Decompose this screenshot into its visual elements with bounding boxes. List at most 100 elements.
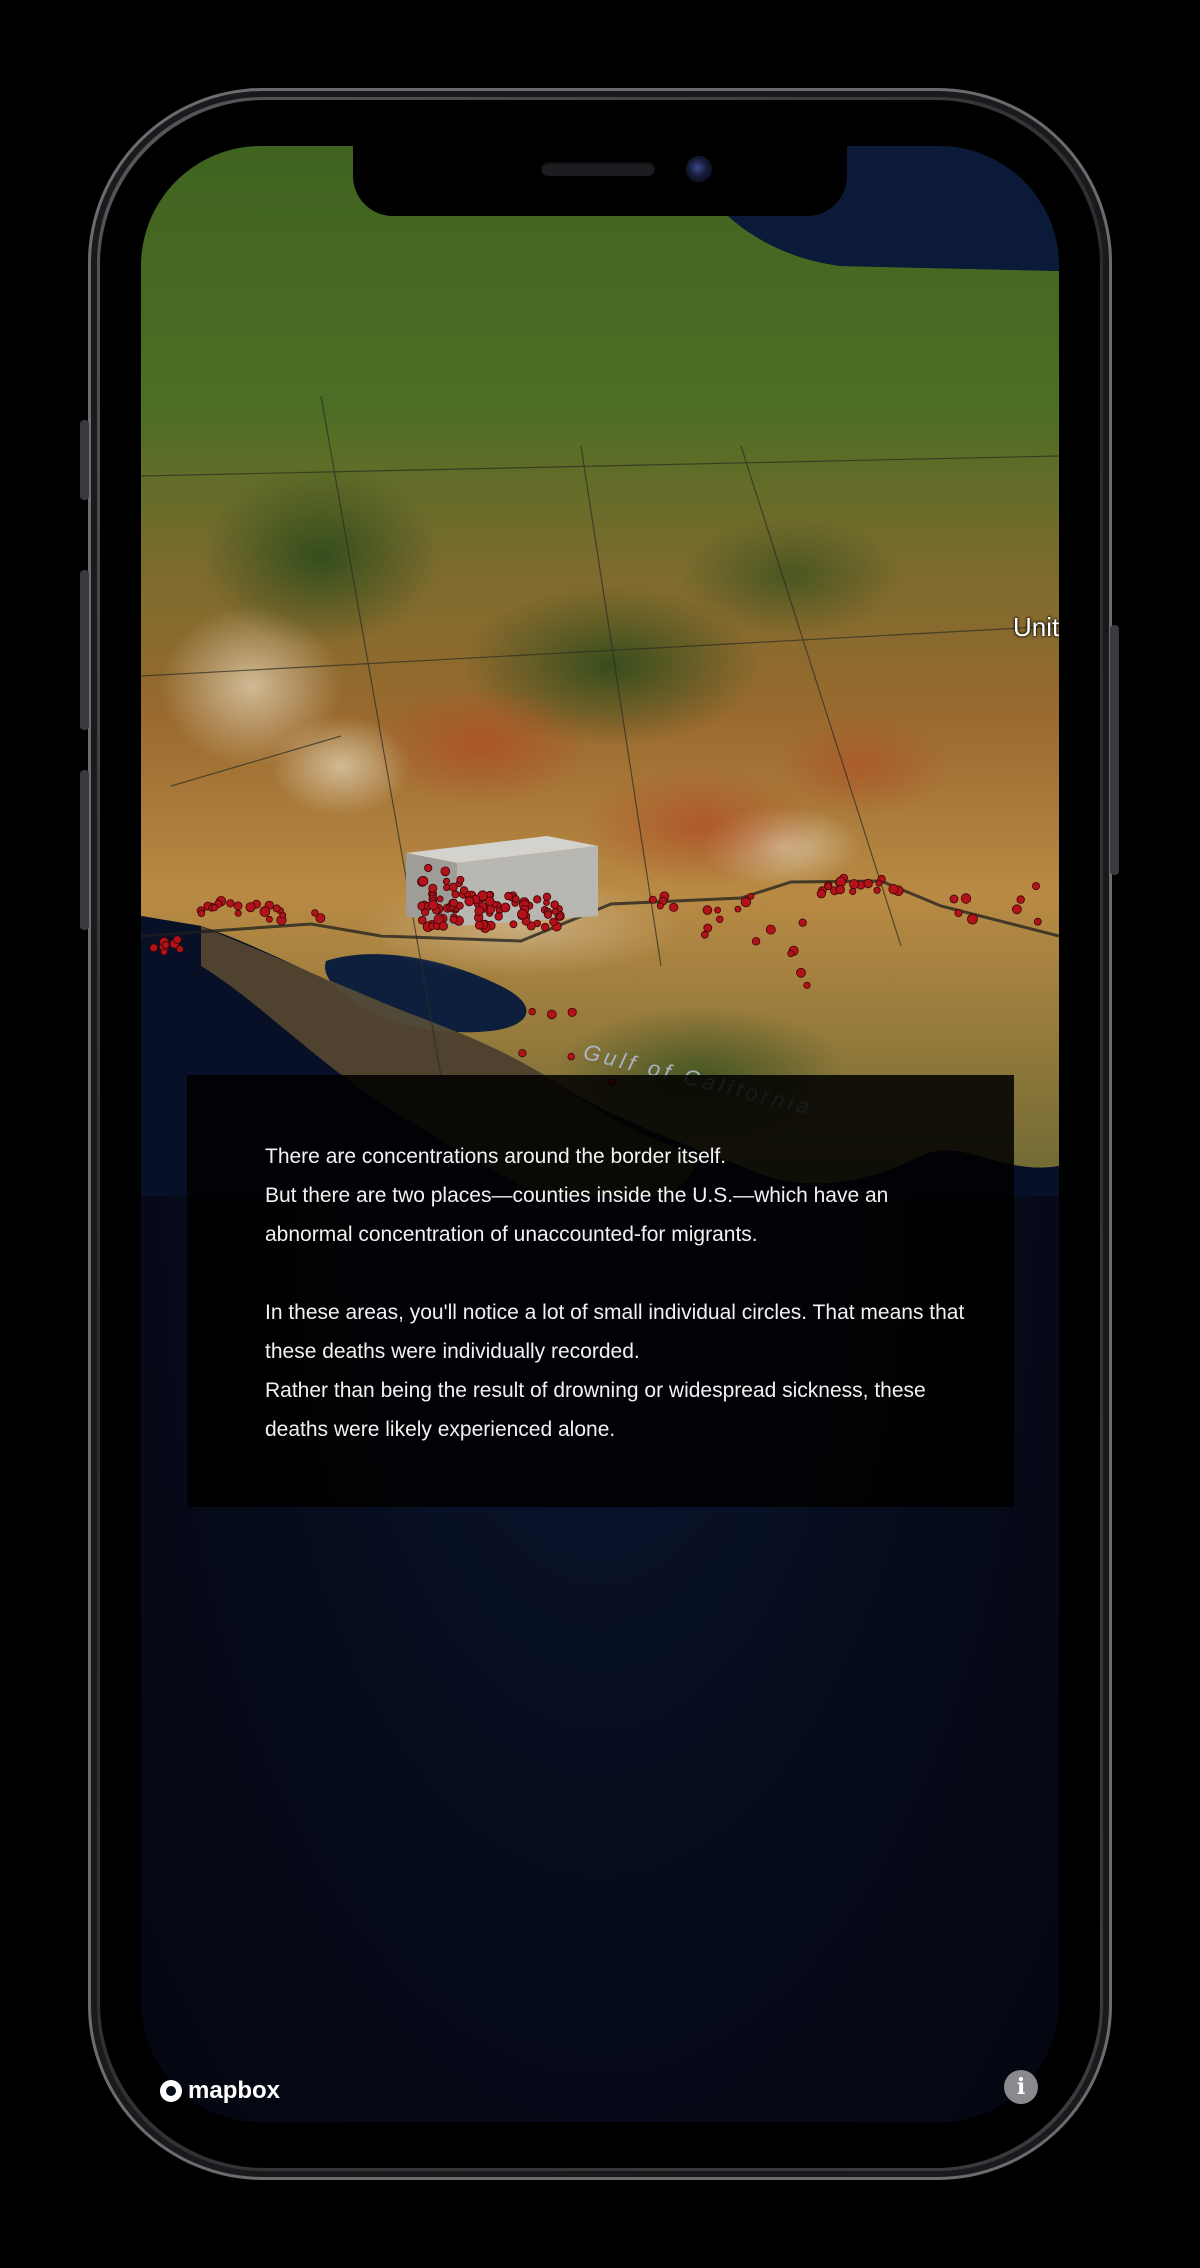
death-marker[interactable] — [824, 882, 833, 891]
death-marker[interactable] — [500, 902, 511, 913]
mapbox-logo[interactable]: mapbox — [160, 2077, 280, 2105]
death-marker[interactable] — [1016, 895, 1025, 904]
death-marker[interactable] — [311, 909, 319, 917]
death-marker[interactable] — [765, 924, 776, 935]
death-marker[interactable] — [542, 892, 552, 901]
death-marker[interactable] — [967, 913, 978, 925]
death-marker[interactable] — [259, 906, 271, 917]
mapbox-wordmark: mapbox — [188, 2077, 281, 2104]
death-marker[interactable] — [543, 910, 553, 919]
death-marker[interactable] — [849, 879, 860, 890]
death-marker[interactable] — [449, 898, 459, 908]
death-marker[interactable] — [751, 937, 761, 946]
death-marker[interactable] — [494, 912, 503, 921]
info-button[interactable]: i — [1004, 2070, 1038, 2104]
death-marker[interactable] — [888, 883, 899, 895]
death-marker[interactable] — [265, 915, 273, 923]
death-marker[interactable] — [474, 906, 485, 916]
death-marker[interactable] — [551, 908, 559, 916]
death-marker[interactable] — [176, 945, 184, 953]
death-marker[interactable] — [245, 902, 256, 913]
death-marker[interactable] — [714, 906, 721, 914]
death-marker[interactable] — [210, 903, 219, 912]
death-marker[interactable] — [485, 896, 495, 907]
death-marker[interactable] — [787, 950, 795, 958]
death-marker[interactable] — [173, 935, 182, 944]
death-marker[interactable] — [875, 879, 883, 887]
story-line-3: In these areas, you'll notice a lot of s… — [265, 1301, 965, 1363]
death-marker[interactable] — [816, 889, 826, 899]
death-marker[interactable] — [424, 863, 433, 873]
death-marker[interactable] — [549, 917, 558, 927]
death-marker[interactable] — [556, 913, 564, 921]
death-marker[interactable] — [226, 899, 235, 908]
death-marker[interactable] — [504, 891, 513, 901]
death-marker[interactable] — [716, 915, 724, 923]
death-marker[interactable] — [1033, 917, 1042, 926]
death-marker[interactable] — [449, 915, 458, 924]
death-marker[interactable] — [803, 981, 811, 989]
death-marker[interactable] — [233, 901, 243, 911]
death-marker[interactable] — [703, 923, 713, 933]
death-marker[interactable] — [567, 1052, 575, 1061]
death-marker[interactable] — [740, 896, 752, 908]
volume-down-button — [80, 770, 89, 930]
death-marker[interactable] — [459, 886, 469, 895]
story-line-2: But there are two places—counties inside… — [265, 1184, 889, 1246]
death-marker[interactable] — [436, 895, 444, 903]
death-marker[interactable] — [835, 884, 845, 895]
death-marker[interactable] — [1012, 904, 1022, 915]
death-marker[interactable] — [417, 875, 429, 887]
death-marker[interactable] — [464, 896, 475, 907]
death-marker[interactable] — [1032, 882, 1041, 891]
death-marker[interactable] — [517, 908, 528, 920]
death-marker[interactable] — [533, 895, 542, 904]
death-marker[interactable] — [648, 895, 657, 904]
death-marker[interactable] — [197, 909, 206, 918]
death-marker[interactable] — [428, 883, 438, 893]
front-camera — [686, 156, 712, 182]
death-marker[interactable] — [873, 886, 881, 894]
death-marker[interactable] — [474, 920, 484, 930]
death-marker[interactable] — [456, 875, 465, 884]
death-marker[interactable] — [234, 909, 242, 917]
death-marker[interactable] — [149, 943, 159, 953]
death-marker[interactable] — [451, 890, 460, 899]
death-marker[interactable] — [541, 922, 550, 932]
death-marker[interactable] — [511, 895, 520, 903]
death-marker[interactable] — [272, 904, 281, 913]
death-marker[interactable] — [798, 918, 807, 927]
death-marker[interactable] — [518, 1049, 527, 1058]
death-marker[interactable] — [161, 940, 170, 949]
death-marker[interactable] — [438, 921, 448, 931]
death-marker[interactable] — [669, 902, 679, 912]
death-marker[interactable] — [442, 877, 451, 886]
death-marker[interactable] — [528, 1007, 536, 1016]
death-marker[interactable] — [702, 905, 713, 915]
death-marker[interactable] — [734, 905, 742, 913]
death-marker[interactable] — [279, 911, 287, 919]
death-marker[interactable] — [656, 902, 664, 910]
death-marker[interactable] — [443, 884, 451, 892]
mute-switch — [80, 420, 89, 500]
volume-up-button — [80, 570, 89, 730]
death-marker[interactable] — [428, 900, 439, 911]
death-marker[interactable] — [546, 1009, 557, 1020]
death-marker[interactable] — [949, 894, 959, 904]
death-marker[interactable] — [440, 866, 451, 877]
death-marker[interactable] — [960, 893, 972, 904]
death-marker[interactable] — [509, 920, 518, 929]
death-marker[interactable] — [550, 900, 560, 909]
death-marker[interactable] — [421, 908, 430, 917]
death-marker[interactable] — [954, 909, 963, 918]
story-card: There are concentrations around the bord… — [187, 1075, 1014, 1507]
death-marker[interactable] — [567, 1007, 577, 1017]
death-marker[interactable] — [160, 948, 168, 956]
death-marker[interactable] — [863, 878, 873, 889]
death-marker[interactable] — [796, 967, 806, 978]
death-marker[interactable] — [417, 915, 427, 925]
death-marker[interactable] — [849, 887, 857, 896]
mapbox-icon — [160, 2080, 182, 2102]
notch — [353, 146, 847, 216]
country-label: Unit — [1013, 612, 1059, 642]
